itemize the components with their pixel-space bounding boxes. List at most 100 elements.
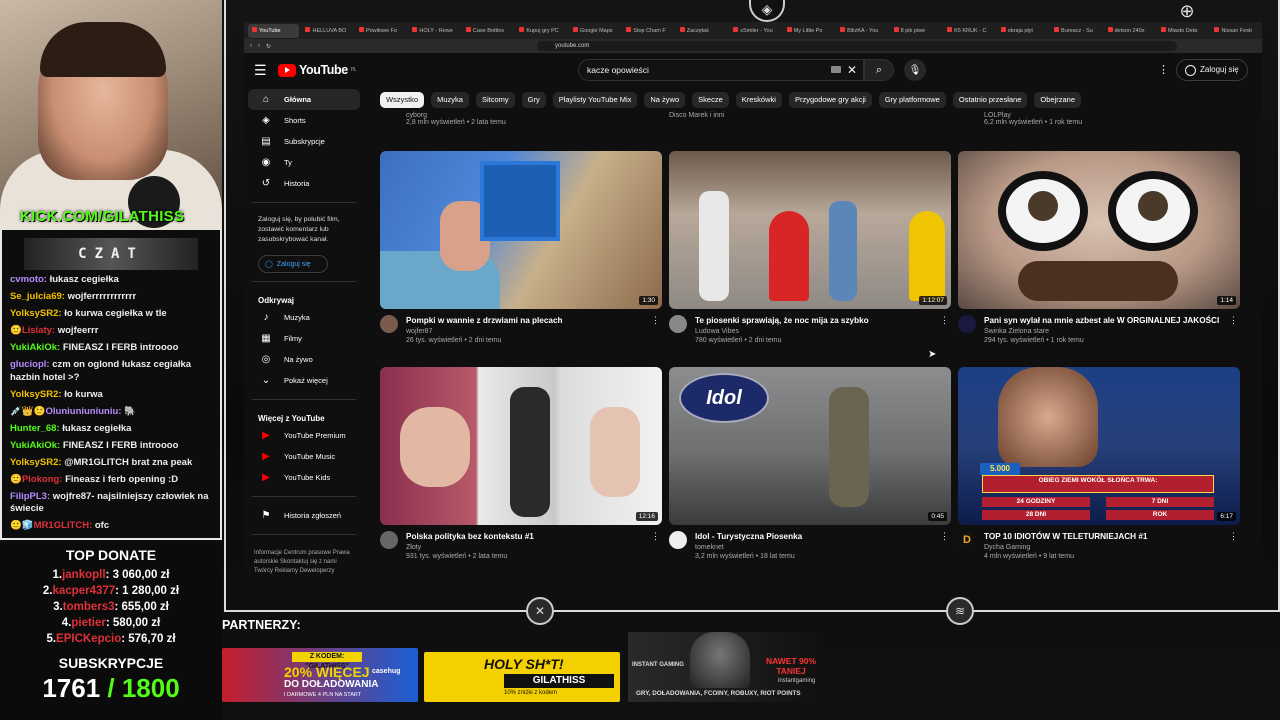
search-input[interactable]: kacze opowieści ✕	[578, 59, 864, 81]
video-channel[interactable]: wojfer87	[406, 328, 646, 335]
chat-username[interactable]: 🙂🧊MR1GLITCH:	[10, 520, 92, 531]
video-thumbnail[interactable]: 1:12:07	[669, 151, 951, 309]
video-thumbnail[interactable]: 1:14	[958, 151, 1240, 309]
browser-tab[interactable]: K5 KRUK - C	[943, 24, 994, 38]
browser-tab[interactable]: Stop Cham F	[622, 24, 673, 38]
sidebar-item-filmy[interactable]: ▦ Filmy	[248, 328, 360, 349]
browser-tab[interactable]: YouTube	[248, 23, 300, 38]
filter-chip[interactable]: Muzyka	[431, 92, 469, 108]
browser-tab[interactable]: HOLY - Rewe	[408, 24, 459, 38]
filter-chip[interactable]: Obejrzane	[1034, 92, 1082, 108]
browser-tab[interactable]: BilizKA - You	[836, 24, 887, 38]
sidebar-item-subskrypcje[interactable]: ▤ Subskrypcje	[248, 131, 360, 152]
chat-username[interactable]: Hunter_68:	[10, 423, 60, 434]
video-title[interactable]: Polska polityka bez kontekstu #1	[406, 531, 646, 542]
more-options-icon[interactable]: ⋮	[1229, 531, 1238, 542]
sidebar-item-youtube-kids[interactable]: ▶ YouTube Kids	[248, 467, 360, 488]
browser-tab[interactable]: Miasto Deta	[1157, 24, 1208, 38]
chat-username[interactable]: YolksySR2:	[10, 457, 62, 468]
sidebar-signin-button[interactable]: ◯ Zaloguj się	[258, 255, 328, 273]
filter-chip[interactable]: Wszystko	[380, 92, 425, 108]
video-title[interactable]: Pani syn wylał na mnie azbest ale W ORGI…	[984, 315, 1224, 326]
partner-ad-holysht[interactable]: HOLY SH*T! GILATHISS 10% zniżki z kodem	[424, 652, 620, 702]
filter-chip[interactable]: Gry platformowe	[878, 92, 946, 108]
chat-username[interactable]: FilipPL3:	[10, 491, 50, 502]
video-channel[interactable]: Dycha Gaming	[984, 544, 1224, 551]
video-title[interactable]: Idol - Turystyczna Piosenka	[695, 531, 935, 542]
sidebar-item-youtube-music[interactable]: ▶ YouTube Music	[248, 446, 360, 467]
back-icon[interactable]: ‹	[250, 43, 252, 49]
sidebar-item-ty[interactable]: ◉ Ty	[248, 152, 360, 173]
browser-tab[interactable]: Powiłowe Fo	[355, 24, 406, 38]
channel-avatar[interactable]: D	[958, 531, 976, 549]
sidebar-item-poka-wi-cej[interactable]: ⌄ Pokaż więcej	[248, 370, 360, 391]
sidebar-item-historia[interactable]: ↺ Historia	[248, 173, 360, 194]
reload-icon[interactable]: ↻	[266, 43, 271, 50]
video-channel[interactable]: Świnka Zielona stare	[984, 328, 1224, 335]
signin-button[interactable]: Zaloguj się	[1176, 59, 1248, 81]
chat-username[interactable]: cvmoto:	[10, 274, 47, 285]
voice-search-button[interactable]: 🎙	[904, 59, 926, 81]
filter-chip[interactable]: Ostatnio przesłane	[952, 92, 1028, 108]
video-card[interactable]: 1:12:07 Te piosenki sprawiają, że noc mi…	[669, 151, 951, 344]
video-title[interactable]: TOP 10 IDIOTÓW W TELETURNIEJACH #1	[984, 531, 1224, 542]
video-thumbnail[interactable]: 5.000 OBIEG ZIEMI WOKÓŁ SŁOŃCA TRWA: 24 …	[958, 367, 1240, 525]
channel-avatar[interactable]	[669, 531, 687, 549]
chat-username[interactable]: YukiAkiOk:	[10, 342, 60, 353]
sidebar-item-muzyka[interactable]: ♪ Muzyka	[248, 307, 360, 328]
video-channel[interactable]: Ludowa Vibes	[695, 328, 935, 335]
chat-username[interactable]: Se_julcia69:	[10, 291, 65, 302]
video-channel[interactable]: Złoty	[406, 544, 646, 551]
chat-username[interactable]: YukiAkiOk:	[10, 440, 60, 451]
chat-username[interactable]: 💉👑🙂Oluniuniuniuniu:	[10, 406, 121, 417]
browser-tab[interactable]: Zaczęłaś	[676, 24, 727, 38]
more-options-icon[interactable]: ⋮	[940, 315, 949, 326]
browser-tab[interactable]: detson 240s	[1104, 24, 1155, 38]
search-button[interactable]: ⌕	[864, 59, 894, 81]
clear-search-icon[interactable]: ✕	[847, 60, 857, 80]
browser-tab[interactable]: Nissan Festi	[1210, 24, 1261, 38]
browser-tab[interactable]: HELLUVA BO	[301, 24, 352, 38]
browser-tab[interactable]: Kupuj gry PC	[515, 24, 566, 38]
hamburger-menu-icon[interactable]: ☰	[254, 62, 267, 79]
filter-chip[interactable]: Kreskówki	[735, 92, 782, 108]
chat-username[interactable]: YolksySR2:	[10, 308, 62, 319]
chat-username[interactable]: YolksySR2:	[10, 389, 62, 400]
youtube-logo[interactable]: YouTube PL	[278, 63, 357, 77]
channel-avatar[interactable]	[380, 531, 398, 549]
browser-tab[interactable]: Google Maps	[569, 24, 620, 38]
more-options-icon[interactable]: ⋮	[651, 315, 660, 326]
filter-chip[interactable]: Przygodowe gry akcji	[788, 92, 872, 108]
partial-video-channel[interactable]: LOLPlay	[984, 112, 1082, 119]
video-title[interactable]: Pompki w wannie z drzwiami na plecach	[406, 315, 646, 326]
browser-tab[interactable]: obraja płyt	[997, 24, 1048, 38]
partner-ad-casehug[interactable]: Z KODEM: "GILATHISS" 20% WIĘCEJ DO DOŁAD…	[222, 648, 418, 702]
sidebar-item-g-wna[interactable]: ⌂ Główna	[248, 89, 360, 110]
filter-chip[interactable]: Playlisty YouTube Mix	[552, 92, 638, 108]
channel-avatar[interactable]	[380, 315, 398, 333]
video-card[interactable]: 12:16 Polska polityka bez kontekstu #1 Z…	[380, 367, 662, 560]
keyboard-icon[interactable]	[831, 66, 841, 73]
video-thumbnail[interactable]: 12:16	[380, 367, 662, 525]
filter-chip[interactable]: Skecze	[692, 92, 729, 108]
browser-tab[interactable]: 8 pik piwe	[890, 24, 941, 38]
video-channel[interactable]: tomeknet	[695, 544, 935, 551]
chat-username[interactable]: 🙂Lisiaty:	[10, 325, 55, 336]
more-options-icon[interactable]: ⋮	[1229, 315, 1238, 326]
browser-tab[interactable]: Case Bottles	[462, 24, 513, 38]
sidebar-footer[interactable]: Informacje Centrum prasowe Prawa autorsk…	[244, 543, 364, 582]
video-title[interactable]: Te piosenki sprawiają, że noc mija za sz…	[695, 315, 935, 326]
channel-avatar[interactable]	[958, 315, 976, 333]
filter-chip[interactable]: Sitcomy	[475, 92, 515, 108]
filter-chip[interactable]: Gry	[521, 92, 546, 108]
partner-ad-instant-gaming[interactable]: NAWET 90% TANIEJ INSTANT GAMING GRY, DOŁ…	[628, 632, 824, 702]
video-card[interactable]: Idol 0:45 Idol - Turystyczna Piosenka to…	[669, 367, 951, 560]
chat-username[interactable]: 🙂Plokong:	[10, 474, 62, 485]
url-field[interactable]: youtube.com	[537, 41, 1178, 51]
more-options-icon[interactable]: ⋮	[940, 531, 949, 542]
partial-video-channel[interactable]: Disco Marek i inni	[669, 112, 724, 119]
sidebar-item-report-history[interactable]: ⚑ Historia zgłoszeń	[248, 505, 360, 526]
chat-username[interactable]: gluciopl:	[10, 359, 50, 370]
more-options-icon[interactable]: ⋮	[651, 531, 660, 542]
video-thumbnail[interactable]: Idol 0:45	[669, 367, 951, 525]
